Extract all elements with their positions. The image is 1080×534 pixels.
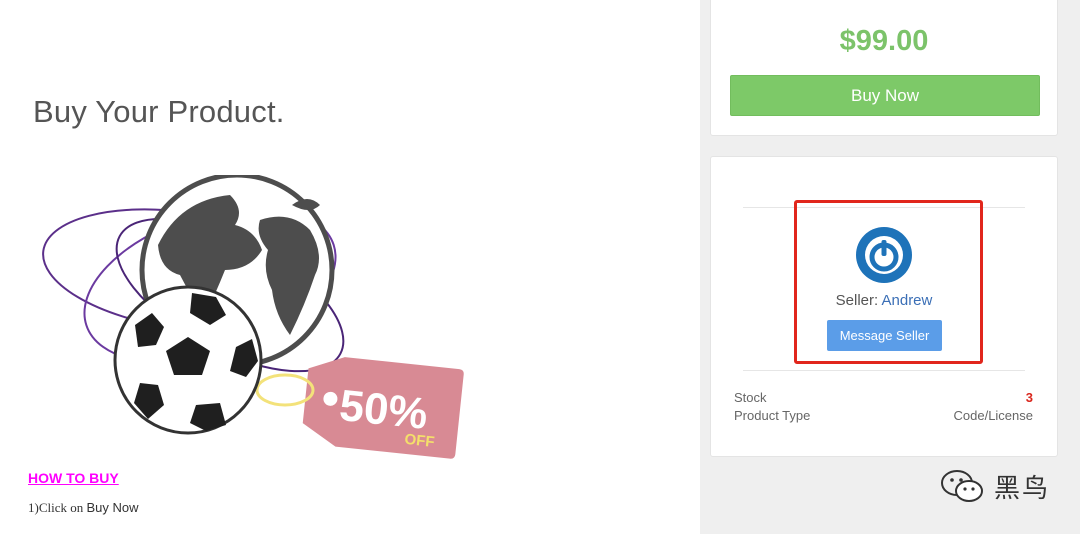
product-type-row: Product Type Code/License — [734, 408, 1033, 423]
buy-now-button[interactable]: Buy Now — [730, 75, 1040, 116]
seller-card: Seller: Andrew Message Seller Stock 3 Pr… — [710, 156, 1058, 457]
stock-label: Stock — [734, 390, 767, 405]
discount-tag-percent: 50% — [337, 381, 430, 439]
watermark: 黑鸟 — [940, 468, 1050, 505]
stock-value: 3 — [1025, 390, 1033, 405]
product-price: $99.00 — [839, 25, 929, 57]
divider — [743, 370, 1025, 371]
stock-row: Stock 3 — [734, 390, 1033, 405]
product-type-label: Product Type — [734, 408, 811, 423]
watermark-text: 黑鸟 — [994, 473, 1051, 503]
discount-tag-off: OFF — [404, 431, 436, 451]
product-image: 50% OFF — [42, 175, 464, 459]
step-action: Buy Now — [86, 500, 139, 515]
highlight-annotation — [794, 200, 983, 364]
product-type-value: Code/License — [953, 408, 1034, 423]
step-prefix: 1)Click on — [28, 500, 87, 515]
page-title: Buy Your Product. — [33, 94, 285, 129]
price-card: $99.00 Buy Now — [710, 0, 1058, 136]
how-to-buy-step: 1)Click on Buy Now — [28, 500, 139, 516]
how-to-buy-link[interactable]: HOW TO BUY — [28, 470, 119, 486]
wechat-icon — [941, 469, 983, 502]
product-pane: Buy Your Product. 50% OFF HOW TO BUY 1)C… — [0, 0, 700, 534]
